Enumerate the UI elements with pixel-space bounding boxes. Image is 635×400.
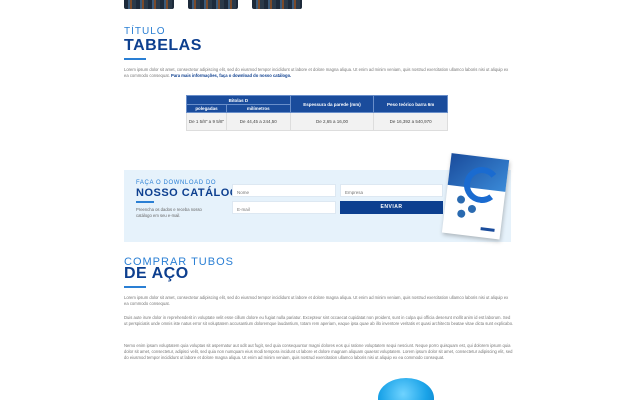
hardhat-image: [378, 378, 434, 400]
catalog-pipe-thumb: [455, 208, 467, 220]
catalog-title-underline: [136, 201, 154, 203]
tables-title: TABELAS: [124, 37, 202, 54]
table-cell-weight: De 16,392 a 540,970: [373, 112, 448, 131]
table-subheader-mm: milímetros: [225, 104, 291, 113]
table-subheader-inches: polegadas: [186, 104, 227, 113]
buy-paragraph-1: Lorem ipsum dolor sit amet, consectetur …: [124, 295, 509, 307]
catalog-info-link[interactable]: Para mais informações, faça o download d…: [171, 73, 291, 78]
buy-title-underline: [124, 286, 146, 288]
email-field[interactable]: [232, 201, 336, 214]
catalog-note: Preencha os dados e receba nosso catálog…: [136, 207, 202, 218]
thumbnail-1[interactable]: [124, 0, 174, 9]
table-header-weight: Peso teórico barra 6m: [373, 95, 448, 113]
buy-title: DE AÇO: [124, 265, 189, 282]
tables-eyebrow: TÍTULO: [124, 26, 166, 37]
catalog-page: [441, 153, 510, 240]
catalog-pipe-thumb: [455, 193, 467, 206]
tables-paragraph: Lorem ipsum dolor sit amet, consectetur …: [124, 67, 514, 79]
catalog-pipe-thumb: [466, 203, 478, 215]
buy-paragraph-3: Nemo enim ipsam voluptatem quia voluptas…: [124, 343, 513, 361]
table-header-wall: Espessura da parede (mm): [289, 95, 375, 113]
table-cell-inches: De 1 5/8" a 9 5/8": [186, 112, 227, 131]
tables-title-underline: [124, 58, 146, 60]
gallery-thumbnails: [124, 0, 302, 9]
company-field[interactable]: [340, 184, 443, 197]
catalog-brand-mark: [480, 227, 495, 232]
name-field[interactable]: [232, 184, 336, 197]
table-cell-wall: De 2,65 a 16,00: [289, 112, 375, 131]
table-group-header: Bitolas D: [186, 95, 291, 105]
table-cell-mm: De 44,45 a 244,50: [225, 112, 291, 131]
spec-table: Bitolas D Espessura da parede (mm) Peso …: [186, 95, 448, 131]
table-row: De 1 5/8" a 9 5/8" De 44,45 a 244,50 De …: [186, 112, 448, 131]
catalog-cover-image: [441, 153, 521, 249]
thumbnail-3[interactable]: [252, 0, 302, 9]
submit-button[interactable]: ENVIAR: [340, 201, 443, 214]
catalog-eyebrow: FAÇA O DOWNLOAD DO: [136, 180, 217, 186]
thumbnail-2[interactable]: [188, 0, 238, 9]
buy-paragraph-2: Duis aute irure dolor in reprehenderit i…: [124, 315, 514, 327]
